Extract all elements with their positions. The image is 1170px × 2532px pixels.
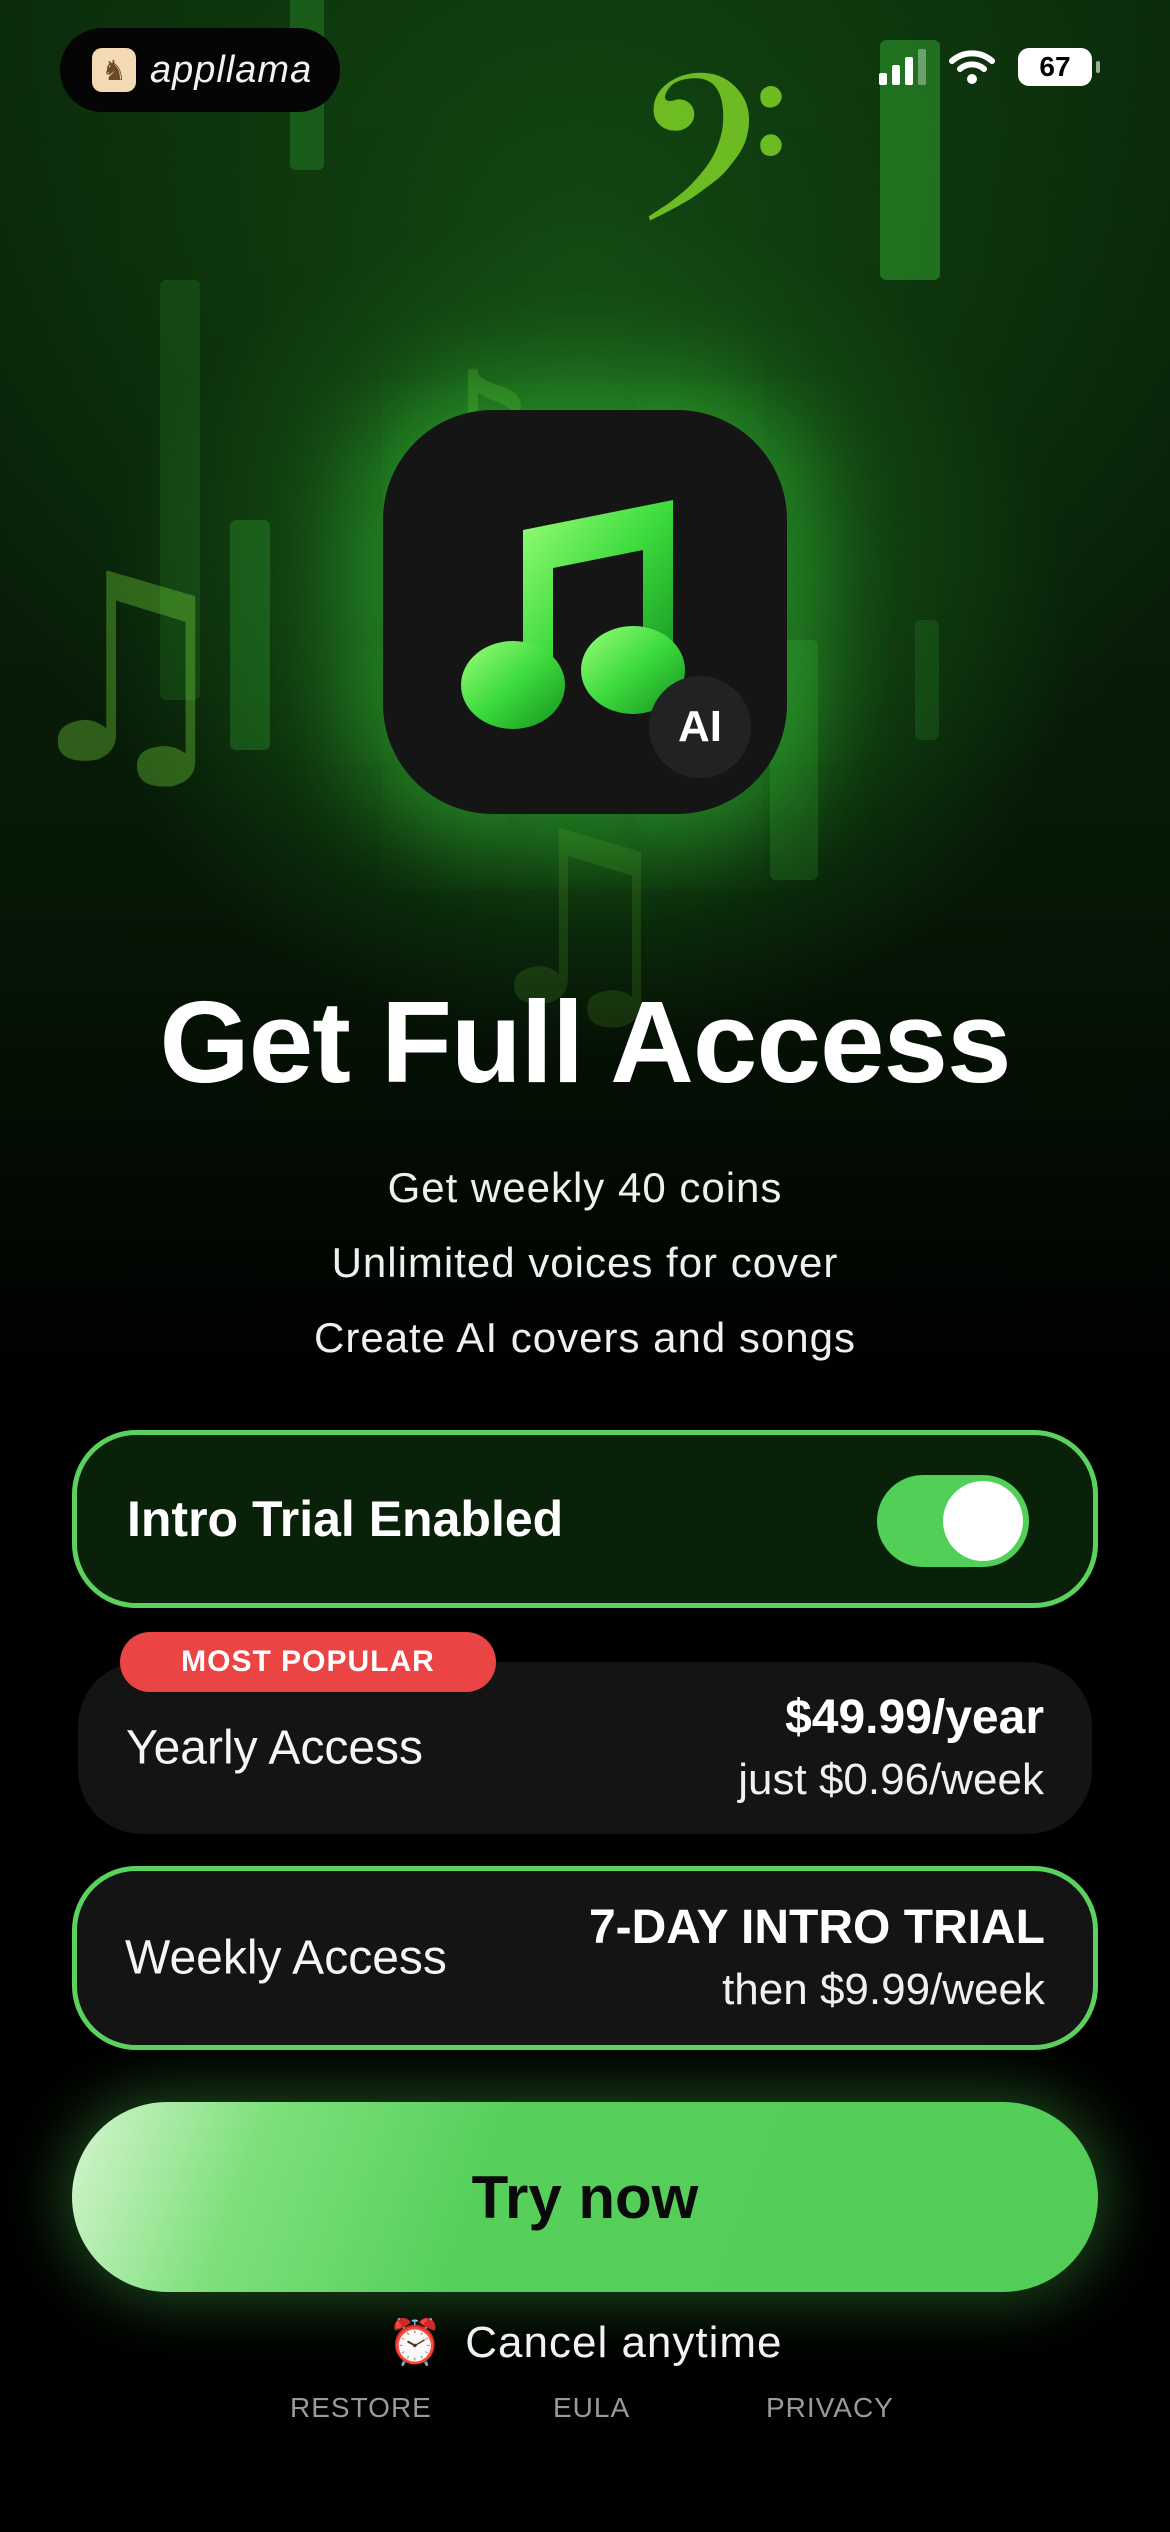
intro-trial-switch[interactable] [877, 1475, 1029, 1567]
plan-name: Weekly Access [125, 1931, 447, 1985]
battery-icon: 67 [1018, 48, 1100, 86]
feature-item: Create AI covers and songs [314, 1314, 856, 1361]
plan-detail: just $0.96/week [738, 1755, 1044, 1804]
plan-name: Yearly Access [126, 1721, 424, 1775]
try-now-button[interactable]: Try now [72, 2102, 1098, 2292]
music-note-icon: ♫ [10, 520, 244, 822]
intro-trial-toggle-card[interactable]: Intro Trial Enabled [72, 1430, 1098, 1608]
brand-pill: ♞ appllama [60, 28, 340, 112]
page-title: Get Full Access [159, 977, 1011, 1107]
plan-pricing: $49.99/year just $0.96/week [738, 1686, 1044, 1810]
plan-weekly[interactable]: Weekly Access 7-DAY INTRO TRIAL then $9.… [72, 1866, 1098, 2050]
decorative-bar [915, 620, 939, 740]
plan-price: $49.99/year [785, 1691, 1044, 1744]
llama-logo-icon: ♞ [92, 48, 136, 92]
feature-item: Get weekly 40 coins [387, 1164, 783, 1211]
privacy-link[interactable]: PRIVACY [766, 2392, 894, 2424]
feature-list: Get weekly 40 coins Unlimited voices for… [0, 1150, 1170, 1375]
cancel-anytime-note: ⏰ Cancel anytime [0, 2316, 1170, 2368]
most-popular-badge: MOST POPULAR [120, 1632, 496, 1692]
wifi-icon [949, 50, 995, 84]
plan-detail: then $9.99/week [722, 1965, 1045, 2014]
plan-price: 7-DAY INTRO TRIAL [588, 1901, 1045, 1954]
cancel-anytime-text: Cancel anytime [465, 2318, 783, 2367]
app-icon: AI [383, 410, 787, 814]
ai-badge: AI [649, 676, 751, 778]
alarm-clock-icon: ⏰ [387, 2317, 444, 2368]
status-bar: 67 [879, 48, 1100, 86]
signal-icon [879, 49, 926, 85]
eula-link[interactable]: EULA [553, 2392, 630, 2424]
switch-knob [943, 1481, 1023, 1561]
restore-link[interactable]: RESTORE [290, 2392, 432, 2424]
brand-name: appllama [150, 48, 313, 91]
footer-links: RESTORE EULA PRIVACY [0, 2392, 1170, 2432]
feature-item: Unlimited voices for cover [331, 1239, 839, 1286]
intro-trial-label: Intro Trial Enabled [127, 1491, 564, 1547]
plan-pricing: 7-DAY INTRO TRIAL then $9.99/week [589, 1896, 1045, 2020]
bass-clef-icon: 𝄢 [630, 30, 791, 321]
